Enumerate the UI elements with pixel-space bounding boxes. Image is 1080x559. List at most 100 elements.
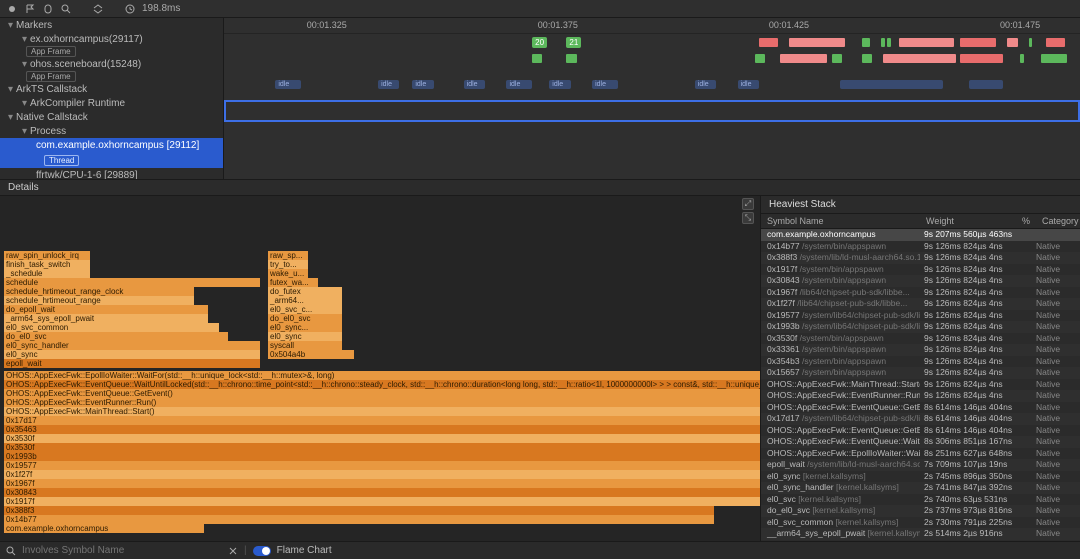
mouse-icon[interactable]	[42, 3, 54, 15]
flame-frame[interactable]: epoll_wait	[4, 359, 260, 368]
flame-frame[interactable]: _schedule	[4, 269, 90, 278]
timeline-bar[interactable]	[1020, 54, 1023, 63]
search-icon[interactable]	[60, 3, 72, 15]
timeline-bar[interactable]	[759, 38, 778, 47]
timeline-bar[interactable]	[566, 54, 576, 63]
timeline-bar[interactable]	[881, 38, 884, 47]
chevron-down-icon[interactable]: ▾	[8, 84, 16, 95]
stack-row[interactable]: 0x354b3 /system/bin/appspawn9s 126ms 824…	[761, 356, 1080, 368]
timeline-bar[interactable]	[832, 54, 842, 63]
idle-bar[interactable]: idle	[592, 80, 618, 89]
flame-frame[interactable]: 0x1917f	[4, 497, 760, 506]
flame-frame[interactable]: 0x19577	[4, 461, 760, 470]
tree-row[interactable]: ▾ArkCompiler Runtime	[0, 96, 223, 110]
flame-frame[interactable]: schedule_hrtimeout_range	[4, 296, 194, 305]
stack-row[interactable]: 0x388f3 /system/lib/ld-musl-aarch64.so.1…	[761, 252, 1080, 264]
timeline-bar[interactable]	[862, 54, 872, 63]
flame-frame[interactable]: wake_u...	[268, 269, 308, 278]
tree-row[interactable]: ▾Process	[0, 124, 223, 138]
flame-frame[interactable]: OHOS::AppExecFwk::EventQueue::GetEvent()	[4, 389, 760, 398]
flame-frame[interactable]: el0_sync_handler	[4, 341, 260, 350]
timeline-bar[interactable]	[532, 54, 542, 63]
flame-frame[interactable]: try_to...	[268, 260, 308, 269]
timeline-bar[interactable]	[789, 38, 845, 47]
stack-row[interactable]: 0x1993b /system/lib64/chipset-pub-sdk/li…	[761, 321, 1080, 333]
timeline-bar[interactable]	[755, 54, 765, 63]
symbol-search-input[interactable]	[22, 545, 222, 556]
chevron-down-icon[interactable]: ▾	[22, 59, 30, 70]
timeline-bar[interactable]	[1007, 38, 1017, 47]
flame-frame[interactable]: schedule	[4, 278, 260, 287]
timeline-bar[interactable]	[887, 38, 890, 47]
idle-bar[interactable]	[969, 80, 1003, 89]
flame-frame[interactable]: raw_spin_unlock_irq	[4, 251, 90, 260]
search-icon[interactable]	[6, 546, 16, 556]
flame-frame[interactable]: com.example.oxhorncampus	[4, 524, 204, 533]
stack-row[interactable]: __arm64_sys_epoll_pwait [kernel.kallsyms…	[761, 528, 1080, 540]
timeline-bar[interactable]	[780, 54, 827, 63]
flame-frame[interactable]: el0_sync	[268, 332, 342, 341]
flame-frame[interactable]: el0_sync...	[268, 323, 342, 332]
stack-row[interactable]: 0x1f27f /lib64/chipset-pub-sdk/libbe...9…	[761, 298, 1080, 310]
stack-row[interactable]: 0x33361 /system/bin/appspawn9s 126ms 824…	[761, 344, 1080, 356]
col-category[interactable]: Category	[1036, 214, 1080, 228]
flame-collapse-icon[interactable]: ⤡	[742, 212, 754, 224]
chevron-down-icon[interactable]: ▾	[22, 34, 30, 45]
idle-bar[interactable]: idle	[464, 80, 485, 89]
flame-frame[interactable]: 0x14b77	[4, 515, 714, 524]
idle-bar[interactable]: idle	[549, 80, 570, 89]
flame-frame[interactable]: 0x504a4b	[268, 350, 354, 359]
idle-bar[interactable]: idle	[738, 80, 759, 89]
flame-frame[interactable]: 0x3530f	[4, 443, 760, 452]
col-percent[interactable]: %	[1016, 214, 1036, 228]
flame-frame[interactable]: el0_sync	[4, 350, 260, 359]
flame-frame[interactable]: el0_svc_c...	[268, 305, 342, 314]
stack-row[interactable]: 0x1917f /system/bin/appspawn9s 126ms 824…	[761, 264, 1080, 276]
stack-row[interactable]: OHOS::AppExecFwk::EventQueue::WaitUntilL…	[761, 436, 1080, 448]
stack-row[interactable]: com.example.oxhorncampus9s 207ms 560µs 4…	[761, 229, 1080, 241]
flame-chart[interactable]: raw_spin_unlock_irqfinish_task_switch_sc…	[0, 196, 760, 541]
flame-frame[interactable]: 0x30843	[4, 488, 760, 497]
timeline-bar[interactable]	[960, 38, 996, 47]
flame-frame[interactable]: do_el0_svc	[268, 314, 342, 323]
timeline-bar[interactable]	[862, 38, 871, 47]
flame-frame[interactable]: futex_wa...	[268, 278, 318, 287]
tree-row[interactable]: ▾ArkTS Callstack	[0, 82, 223, 96]
tree-row[interactable]: com.example.oxhorncampus [29112]	[0, 138, 223, 152]
idle-bar[interactable]: idle	[378, 80, 399, 89]
flag-icon[interactable]	[24, 3, 36, 15]
timeline-canvas[interactable]: 00:01.32500:01.37500:01.42500:01.475 202…	[224, 18, 1080, 179]
flame-frame[interactable]: OHOS::AppExecFwk::EpollIoWaiter::WaitFor…	[4, 371, 760, 380]
flame-frame[interactable]: 0x1f27f	[4, 470, 760, 479]
frame-number-badge[interactable]: 21	[566, 37, 581, 48]
stack-row[interactable]: el0_svc [kernel.kallsyms]2s 740ms 63µs 5…	[761, 494, 1080, 506]
idle-bar[interactable]	[840, 80, 943, 89]
heaviest-stack-rows[interactable]: com.example.oxhorncampus9s 207ms 560µs 4…	[761, 229, 1080, 541]
stack-row[interactable]: el0_sync_handler [kernel.kallsyms]2s 741…	[761, 482, 1080, 494]
tree-row[interactable]: ▾Native Callstack	[0, 110, 223, 124]
flame-frame[interactable]: OHOS::AppExecFwk::EventRunner::Run()	[4, 398, 760, 407]
chevron-down-icon[interactable]: ▾	[8, 112, 16, 123]
stack-row[interactable]: 0x14b77 /system/bin/appspawn9s 126ms 824…	[761, 241, 1080, 253]
chevron-down-icon[interactable]: ▾	[22, 98, 30, 109]
app-frame-button[interactable]: App Frame	[26, 46, 76, 57]
stack-row[interactable]: 0x30843 /system/bin/appspawn9s 126ms 824…	[761, 275, 1080, 287]
flame-frame[interactable]: do_epoll_wait	[4, 305, 208, 314]
timeline-bar[interactable]	[899, 38, 955, 47]
expand-icon[interactable]	[92, 3, 104, 15]
stack-row[interactable]: 0x17d17 /system/lib64/chipset-pub-sdk/li…	[761, 413, 1080, 425]
stack-row[interactable]: OHOS::AppExecFwk::EventRunner::Run() /sy…	[761, 390, 1080, 402]
stack-row[interactable]: epoll_wait /system/lib/ld-musl-aarch64.s…	[761, 459, 1080, 471]
idle-bar[interactable]: idle	[506, 80, 532, 89]
idle-bar[interactable]: idle	[695, 80, 716, 89]
stack-row[interactable]: OHOS::AppExecFwk::EpollIoWaiter::WaitFor…	[761, 448, 1080, 460]
tree-row[interactable]: ffrtwk/CPU-1-6 [29889]	[0, 168, 223, 179]
flame-frame[interactable]: 0x1993b	[4, 452, 760, 461]
idle-bar[interactable]: idle	[412, 80, 433, 89]
chevron-down-icon[interactable]: ▾	[8, 20, 16, 31]
flame-frame[interactable]: 0x1967f	[4, 479, 760, 488]
flame-frame[interactable]: _arm64...	[268, 296, 342, 305]
flame-frame[interactable]: _arm64_sys_epoll_pwait	[4, 314, 208, 323]
record-icon[interactable]	[6, 3, 18, 15]
thread-button[interactable]: Thread	[44, 155, 79, 166]
